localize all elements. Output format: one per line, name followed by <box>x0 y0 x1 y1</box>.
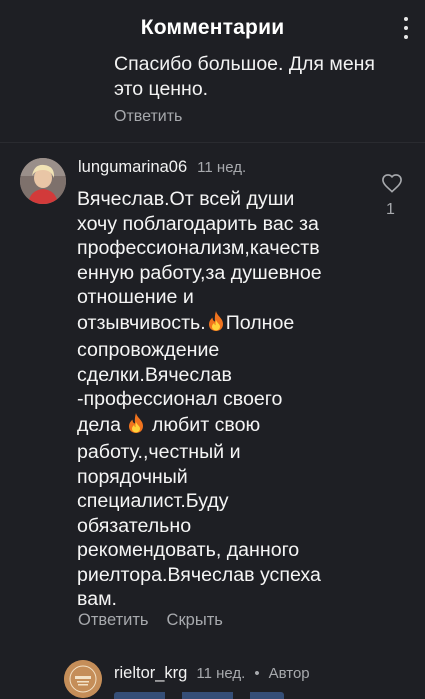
previous-reply-text: Спасибо большое. Для меня это ценно. <box>114 53 375 100</box>
comment-actions: Ответить Скрыть <box>78 611 223 630</box>
reply-header: rieltor_krg 11 нед. • Автор <box>114 664 310 683</box>
comment-text: Вячеслав.От всей души хочу поблагодарить… <box>77 187 367 612</box>
previous-reply-button[interactable]: Ответить <box>114 108 182 126</box>
comment-username[interactable]: lungumarina06 <box>78 158 187 177</box>
avatar[interactable] <box>20 158 66 204</box>
comment-line: обязательно <box>77 514 192 537</box>
fire-emoji-icon <box>206 310 226 339</box>
reply-username[interactable]: rieltor_krg <box>114 664 187 683</box>
comment-line: Полное <box>225 311 295 334</box>
comment-line: сопровождение <box>77 339 220 361</box>
comment-line: риелтора.Вячеслав успеха <box>77 563 321 586</box>
comment-line: -профессионал своего <box>77 388 283 410</box>
comment-time: 11 нед. <box>197 159 247 176</box>
comment-line: порядочный <box>77 465 188 488</box>
comment-line: хочу поблагодарить вас за <box>77 212 319 235</box>
comment-line: работу.,честный и <box>77 441 241 463</box>
comment-line: отношение и <box>77 286 194 308</box>
comment-line: отзывчивость. <box>77 311 206 334</box>
reply-button[interactable]: Ответить <box>78 611 149 630</box>
like-count: 1 <box>386 201 395 218</box>
profile-photo <box>20 158 66 204</box>
comment-line: рекомендовать, данного <box>77 539 300 561</box>
comment-line: Вячеслав.От всей души <box>77 188 295 210</box>
hide-button[interactable]: Скрыть <box>167 611 223 630</box>
reply-avatar[interactable] <box>64 660 102 698</box>
top-bar: Комментарии <box>0 0 425 56</box>
comment-line: профессионализм,качеств <box>77 237 320 259</box>
logo-icon <box>64 660 102 698</box>
comment-line: сделки.Вячеслав <box>77 363 232 386</box>
page-title: Комментарии <box>140 16 285 39</box>
comment-line: специалист.Буду <box>77 490 229 512</box>
comment-line: любит свою <box>151 413 261 436</box>
more-vertical-icon[interactable] <box>403 17 409 39</box>
separator-dot: • <box>254 665 260 682</box>
comment-header: lungumarina06 11 нед. <box>78 158 246 177</box>
comment-line: енную работу,за душевное <box>77 261 322 284</box>
heart-icon[interactable] <box>381 173 405 195</box>
comment-line: дела <box>77 413 122 436</box>
divider <box>0 142 425 143</box>
reply-text-cut <box>114 692 314 699</box>
author-badge: Автор <box>268 665 310 682</box>
comment-line: вам. <box>77 588 118 610</box>
reply-time: 11 нед. <box>196 665 246 682</box>
fire-emoji-icon <box>126 412 146 441</box>
